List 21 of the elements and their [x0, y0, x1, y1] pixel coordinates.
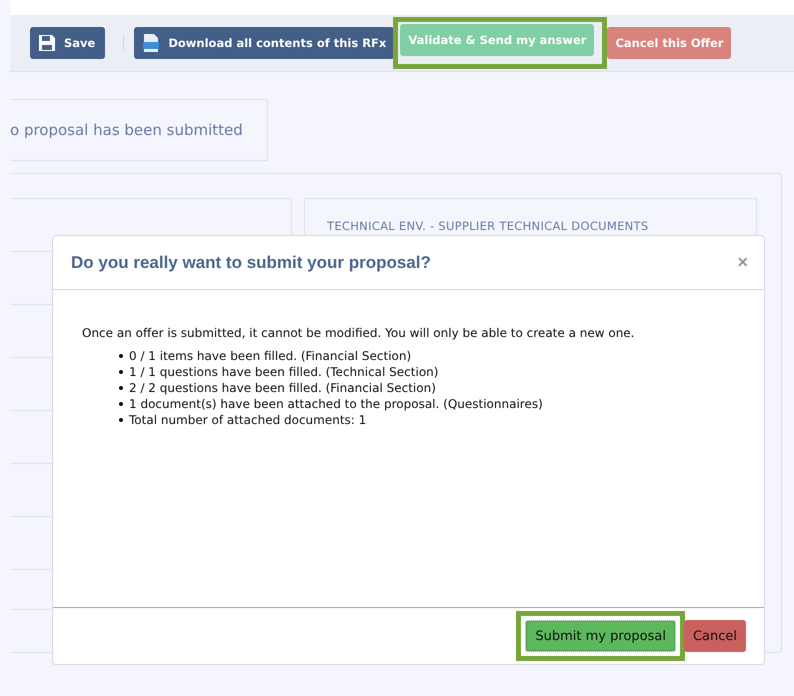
cancel-button[interactable]: Cancel: [684, 620, 746, 652]
dialog-title: Do you really want to submit your proposal?: [71, 252, 431, 272]
status-message: o proposal has been submitted: [10, 121, 243, 139]
zip-file-icon: [142, 33, 160, 53]
bullet-icon: [119, 418, 123, 422]
section-title: TECHNICAL ENV. - SUPPLIER TECHNICAL DOCUMENTS: [327, 219, 648, 233]
cancel-button[interactable]: Cancel this Offer: [607, 27, 732, 59]
bullet-icon: [119, 354, 123, 358]
warning-message: Once an offer is submitted, it cannot be modified. You will only be able to create a new one.: [82, 326, 636, 340]
bullet-icon: [119, 386, 123, 390]
summary-item: 1 document(s) have been attached to the proposal. (Questionnaires): [129, 396, 543, 412]
summary-item: Total number of attached documents: 1: [129, 412, 366, 428]
download-button[interactable]: Download all contents of this RFx: [134, 27, 394, 59]
save-button[interactable]: Save: [30, 27, 106, 59]
bullet-icon: [119, 402, 123, 406]
bullet-icon: [119, 370, 123, 374]
submit-button[interactable]: Submit my proposal: [525, 620, 676, 652]
summary-item: 2 / 2 questions have been filled. (Financial Section): [129, 380, 436, 396]
summary-item: 0 / 1 items have been filled. (Financial Section): [129, 348, 412, 364]
close-button[interactable]: ×: [737, 246, 748, 278]
summary-item: 1 / 1 questions have been filled. (Technical Section): [129, 364, 438, 380]
